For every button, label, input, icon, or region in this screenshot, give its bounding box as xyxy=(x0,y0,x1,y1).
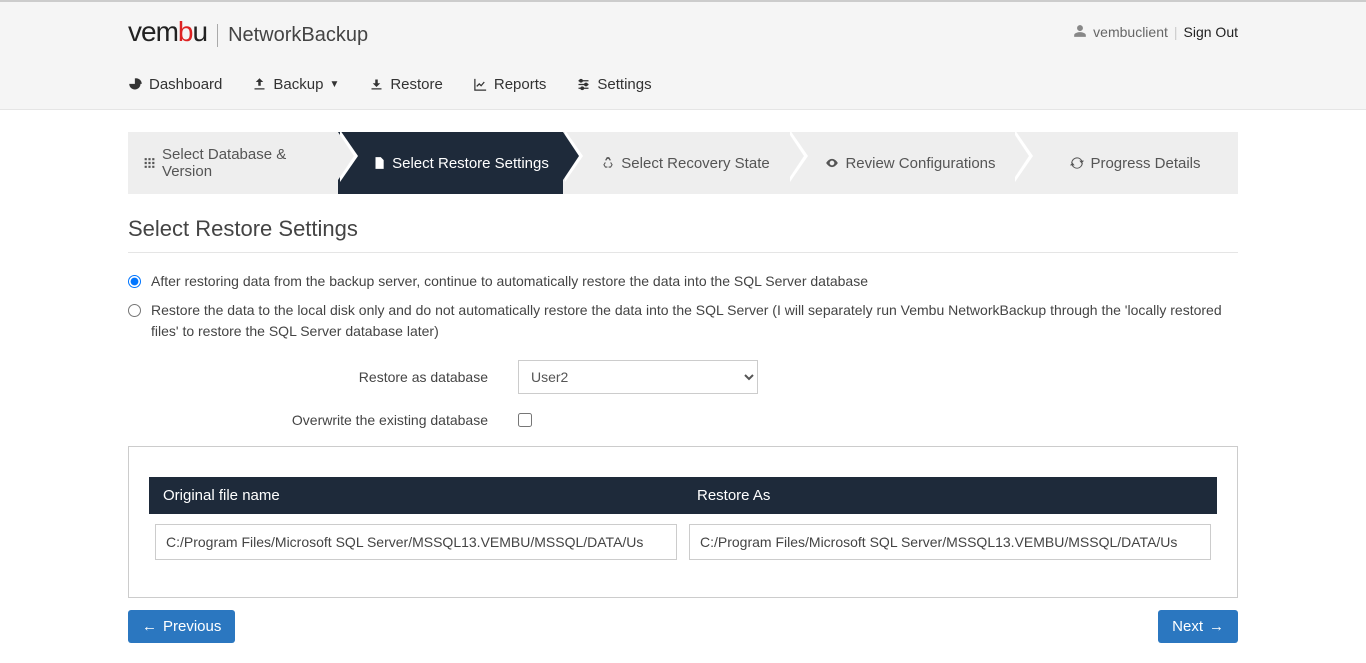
step-progress[interactable]: Progress Details xyxy=(1013,132,1238,194)
arrow-right-icon: → xyxy=(1209,618,1224,635)
original-file-input[interactable] xyxy=(155,524,677,560)
main-nav: Dashboard Backup ▼ Restore Reports Setti… xyxy=(128,62,1238,109)
sliders-icon xyxy=(576,77,591,92)
upload-icon xyxy=(252,77,267,92)
option-local-only[interactable]: Restore the data to the local disk only … xyxy=(128,300,1238,342)
file-mapping-panel: Original file name Restore As xyxy=(128,446,1238,598)
overwrite-label: Overwrite the existing database xyxy=(128,412,488,428)
col-restore-as: Restore As xyxy=(683,477,1217,514)
product-name: NetworkBackup xyxy=(217,24,368,47)
option-auto-restore[interactable]: After restoring data from the backup ser… xyxy=(128,271,1238,292)
next-button[interactable]: Next → xyxy=(1158,610,1238,643)
restore-as-label: Restore as database xyxy=(128,369,488,385)
chart-line-icon xyxy=(473,77,488,92)
nav-dashboard[interactable]: Dashboard xyxy=(128,76,222,93)
radio-local-only[interactable] xyxy=(128,304,141,317)
recycle-icon xyxy=(601,156,615,170)
signout-link[interactable]: Sign Out xyxy=(1184,24,1238,40)
restore-as-select[interactable]: User2 xyxy=(518,360,758,394)
arrow-left-icon: ← xyxy=(142,618,157,635)
table-row xyxy=(149,514,1217,570)
brand-logo: vembu NetworkBackup xyxy=(128,16,368,48)
nav-reports[interactable]: Reports xyxy=(473,76,547,93)
col-original: Original file name xyxy=(149,477,683,514)
nav-backup[interactable]: Backup ▼ xyxy=(252,76,339,93)
wizard-steps: Select Database & Version Select Restore… xyxy=(128,132,1238,194)
download-icon xyxy=(369,77,384,92)
file-icon xyxy=(372,156,386,170)
step-recovery-state[interactable]: Select Recovery State xyxy=(563,132,788,194)
username: vembuclient xyxy=(1093,24,1168,40)
nav-settings[interactable]: Settings xyxy=(576,76,651,93)
grid-icon xyxy=(143,156,156,170)
step-review[interactable]: Review Configurations xyxy=(788,132,1013,194)
pie-chart-icon xyxy=(128,77,143,92)
previous-button[interactable]: ← Previous xyxy=(128,610,235,643)
refresh-icon xyxy=(1070,156,1084,170)
step-restore-settings[interactable]: Select Restore Settings xyxy=(338,132,563,194)
eye-icon xyxy=(825,156,839,170)
restore-as-input[interactable] xyxy=(689,524,1211,560)
page-title: Select Restore Settings xyxy=(128,216,1238,253)
step-select-database[interactable]: Select Database & Version xyxy=(128,132,338,194)
radio-auto-restore[interactable] xyxy=(128,275,141,288)
file-mapping-table: Original file name Restore As xyxy=(149,477,1217,570)
caret-down-icon: ▼ xyxy=(329,79,339,90)
user-icon xyxy=(1073,24,1087,41)
nav-restore[interactable]: Restore xyxy=(369,76,443,93)
overwrite-checkbox[interactable] xyxy=(518,413,532,427)
